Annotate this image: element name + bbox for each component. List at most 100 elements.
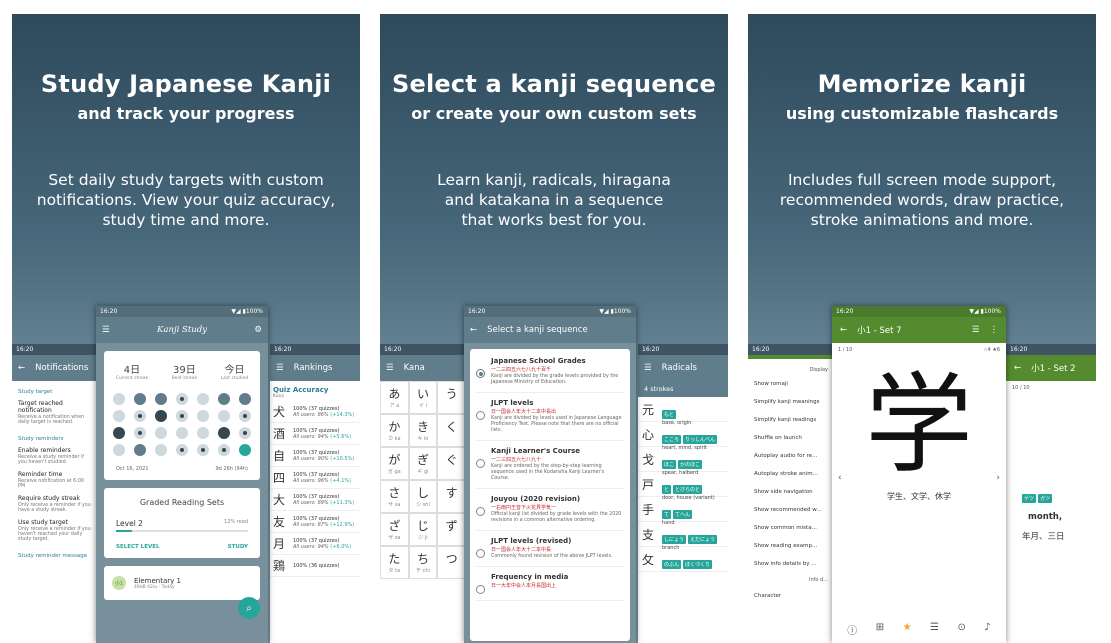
menu-icon[interactable]: ☰ <box>276 363 284 373</box>
back-icon[interactable]: ← <box>840 325 847 335</box>
radio-button[interactable] <box>476 549 485 558</box>
display-setting[interactable]: Show info details by ... <box>748 555 834 573</box>
study-button[interactable]: STUDY <box>228 544 248 550</box>
ranking-delta: (+11.3%) <box>330 499 355 506</box>
kana-romaji: ガ ga <box>387 469 401 475</box>
ranking-row[interactable]: 犬 100% (37 quizzes) All users: 86% (+14.3%… <box>270 401 360 423</box>
ranking-row[interactable]: 鶏 100% (36 quizzes) <box>270 555 360 577</box>
display-setting[interactable]: Show romaji <box>748 375 834 393</box>
ranking-row[interactable]: 酒 100% (37 quizzes) All users: 94% (+5.6%) <box>270 423 360 445</box>
menu-icon[interactable]: ☰ <box>102 325 110 335</box>
next-card-icon[interactable]: › <box>996 473 1000 483</box>
setting-require-streak[interactable]: Require study streak Only receive a remi… <box>12 492 98 516</box>
menu-icon[interactable]: ☰ <box>386 363 394 373</box>
stat-value: 39日 <box>173 365 196 376</box>
setting-use-target[interactable]: Use study target Only receive a reminder… <box>12 516 98 545</box>
radical-row[interactable]: 元もと base, origin <box>638 397 728 426</box>
kana-cell[interactable]: がガ ga <box>380 447 409 480</box>
setting-target-reached[interactable]: Target reached notification Receive a no… <box>12 397 98 428</box>
display-setting[interactable]: Autoplay audio for re... <box>748 447 834 465</box>
setting-enable-reminders[interactable]: Enable reminders Receive a study reminde… <box>12 444 98 468</box>
calendar-day <box>218 444 230 456</box>
ranking-row[interactable]: 友 100% (37 quizzes) All users: 87% (+12.9%… <box>270 511 360 533</box>
radio-button[interactable] <box>476 459 485 468</box>
display-setting[interactable]: Show common mista... <box>748 519 834 537</box>
display-setting[interactable]: Show reading examp... <box>748 537 834 555</box>
kana-cell[interactable]: ず <box>437 513 466 546</box>
ranking-row[interactable]: 月 100% (37 quizzes) All users: 94% (+6.0%) <box>270 533 360 555</box>
kana-cell[interactable]: ざザ za <box>380 513 409 546</box>
sequence-option[interactable]: JLPT levels (revised) 日一国会人年大十二本中長 Commonl… <box>476 531 624 567</box>
setting-character[interactable]: Character <box>748 587 834 605</box>
kana-cell[interactable]: いイ i <box>408 381 438 414</box>
menu-icon[interactable]: ☰ <box>644 363 652 373</box>
radio-button[interactable] <box>476 369 485 378</box>
radical-row[interactable]: 心こころ りっしんべん heart, mind, spirit <box>638 422 728 451</box>
gear-icon[interactable]: ⚙ <box>254 325 262 335</box>
card-count: 1 / 10 <box>838 347 853 353</box>
kana-cell[interactable]: きキ ki <box>408 414 438 447</box>
flashcard[interactable]: 1 / 10 ☆4 ★6 学 ‹ › 学生、文学、休学 ⓘ ⊞ ★ ☰ ⊙ ♪ <box>832 343 1006 643</box>
audio-icon[interactable]: ♪ <box>984 622 990 637</box>
kana-cell[interactable]: あア a <box>380 381 409 414</box>
display-setting[interactable]: Shuffle on launch <box>748 429 834 447</box>
display-setting[interactable]: Show side navigation <box>748 483 834 501</box>
draw-practice-icon[interactable]: ⊞ <box>876 622 884 637</box>
sequence-option[interactable]: Frequency in media 日一大年中会人本月長国出上 <box>476 567 624 601</box>
kana-cell[interactable]: つ <box>437 546 466 579</box>
kana-cell[interactable]: さサ sa <box>380 480 409 513</box>
display-setting[interactable]: Autoplay stroke anim... <box>748 465 834 483</box>
play-icon[interactable]: ⊙ <box>957 622 965 637</box>
setting-reminder-time[interactable]: Reminder time Receive notification at 6:… <box>12 468 98 492</box>
kana-cell[interactable]: ぐ <box>437 447 466 480</box>
kana-cell[interactable]: しシ shi <box>408 480 438 513</box>
radical-row[interactable]: 支しにょう えだにょう branch <box>638 522 728 551</box>
info-icon[interactable]: ⓘ <box>847 622 857 637</box>
status-bar: 16:20 <box>1006 344 1096 355</box>
sequence-option[interactable]: Japanese School Grades 一二三四五六七八九十百千 Kanji … <box>476 351 624 393</box>
display-setting[interactable]: Simplify kanji meanings <box>748 393 834 411</box>
radio-button[interactable] <box>476 507 485 516</box>
sequence-option[interactable]: Jouyou (2020 revision) 一右雨円王音下火花貝学気一 Offic… <box>476 489 624 531</box>
kana-cell[interactable]: す <box>437 480 466 513</box>
kana-cell[interactable]: く <box>437 414 466 447</box>
back-icon[interactable]: ← <box>1014 363 1021 373</box>
prev-card-icon[interactable]: ‹ <box>838 473 842 483</box>
kana-cell[interactable]: かカ ka <box>380 414 409 447</box>
star-icon[interactable]: ★ <box>903 622 912 637</box>
radio-button[interactable] <box>476 411 485 420</box>
display-setting[interactable]: Show recommended w... <box>748 501 834 519</box>
list-icon[interactable]: ☰ <box>930 622 939 637</box>
ranking-delta: (+14.3%) <box>330 411 355 418</box>
sequence-option[interactable]: JLPT levels 日一国会人年大十二本中長出 Kanji are divide… <box>476 393 624 441</box>
select-level-button[interactable]: SELECT LEVEL <box>116 544 159 550</box>
sequence-info: Jouyou (2020 revision) 一右雨円王音下火花貝学気一 Offic… <box>491 495 624 524</box>
kana-char: し <box>416 486 429 500</box>
search-fab[interactable]: ⌕ <box>238 597 260 619</box>
stat-value: 今日 <box>224 365 245 376</box>
calendar-day <box>155 410 167 422</box>
back-icon[interactable]: ← <box>470 325 477 335</box>
radio-button[interactable] <box>476 585 485 594</box>
radical-row[interactable]: 戸ととびらのと door, house (variant) <box>638 472 728 501</box>
card-actions: SELECT LEVEL STUDY <box>104 532 260 558</box>
sequence-option[interactable]: Kanji Learner's Course 一二三四五六七八九十 Kanji ar… <box>476 441 624 489</box>
ranking-row[interactable]: 四 100% (37 quizzes) All users: 96% (+4.1%) <box>270 467 360 489</box>
back-icon[interactable]: ← <box>18 363 25 373</box>
ranking-row[interactable]: 自 100% (37 quizzes) All users: 90% (+10.5%… <box>270 445 360 467</box>
calendar-day <box>134 393 146 405</box>
kana-cell[interactable]: じジ ji <box>408 513 438 546</box>
kana-cell[interactable]: ちチ chi <box>408 546 438 579</box>
kana-cell[interactable]: ぎギ gi <box>408 447 438 480</box>
ranking-row[interactable]: 大 100% (37 quizzes) All users: 89% (+11.3%… <box>270 489 360 511</box>
display-setting[interactable]: Simplify kanji readings <box>748 411 834 429</box>
list-icon[interactable]: ☰ <box>972 325 980 335</box>
kana-cell[interactable]: たタ ta <box>380 546 409 579</box>
calendar-grid[interactable] <box>104 393 260 456</box>
calendar-day <box>155 444 167 456</box>
more-icon[interactable]: ⋮ <box>990 325 999 335</box>
desc-line: Set daily study targets with custom <box>48 171 324 189</box>
setting-summary: Receive a study reminder if you haven't … <box>18 455 84 465</box>
kana-cell[interactable]: う <box>437 381 466 414</box>
elementary-set[interactable]: 小1 Elementary 1 49dB 42/u - Today <box>104 566 260 600</box>
